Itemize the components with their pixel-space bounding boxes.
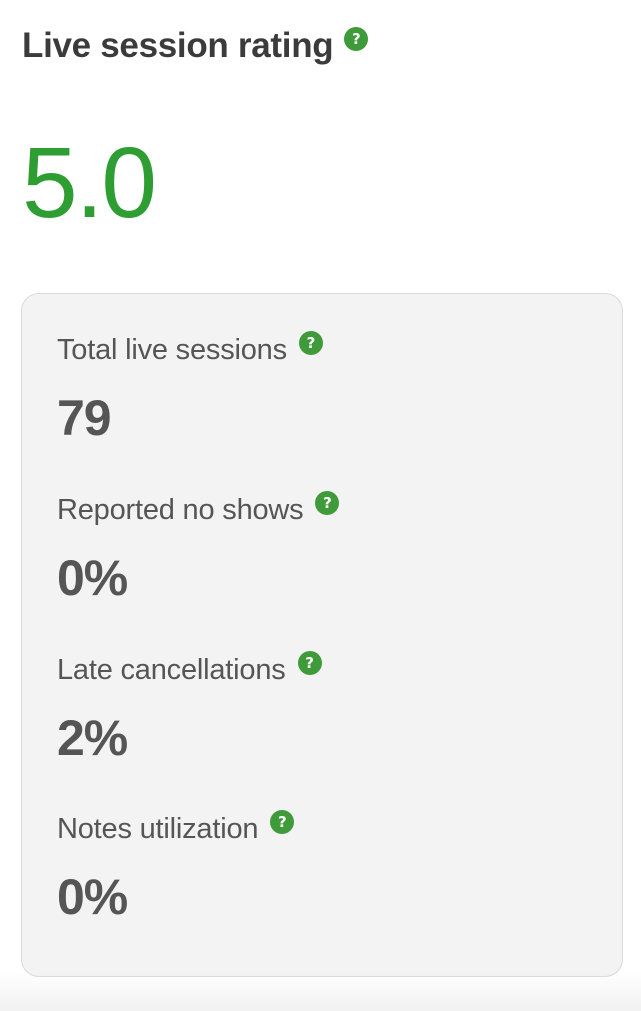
stat-reported-no-shows: Reported no shows ? 0%	[57, 491, 340, 608]
stat-label: Notes utilization	[57, 812, 259, 845]
notes-utilization-help-icon[interactable]: ?	[270, 810, 295, 834]
stat-value: 0%	[57, 869, 128, 925]
stat-label-row: Late cancellations ?	[57, 651, 322, 687]
stat-notes-utilization: Notes utilization ? 0%	[57, 810, 295, 927]
title-help-icon[interactable]: ?	[344, 27, 369, 51]
stats-card: Total live sessions ? 79 Reported no sho…	[21, 293, 623, 977]
stat-total-live-sessions: Total live sessions ? 79	[57, 331, 323, 448]
total-live-sessions-help-icon[interactable]: ?	[298, 331, 323, 355]
stat-value: 79	[57, 390, 112, 446]
live-session-rating-panel: Live session rating ? 5.0 Total live ses…	[0, 0, 641, 1011]
stat-late-cancellations: Late cancellations ? 2%	[57, 651, 322, 768]
stat-label: Reported no shows	[57, 493, 304, 526]
page-title: Live session rating	[22, 26, 334, 65]
reported-no-shows-help-icon[interactable]: ?	[315, 491, 340, 515]
late-cancellations-help-icon[interactable]: ?	[297, 651, 322, 675]
title-row: Live session rating ?	[22, 24, 369, 68]
stat-label: Late cancellations	[57, 653, 286, 686]
stat-label: Total live sessions	[57, 333, 287, 366]
stat-label-row: Notes utilization ?	[57, 810, 295, 846]
bottom-shadow	[0, 971, 641, 1011]
stat-label-row: Total live sessions ?	[57, 331, 323, 367]
rating-value: 5.0	[22, 127, 157, 239]
stat-value: 2%	[57, 710, 128, 766]
stat-value: 0%	[57, 550, 128, 606]
stat-label-row: Reported no shows ?	[57, 491, 340, 527]
